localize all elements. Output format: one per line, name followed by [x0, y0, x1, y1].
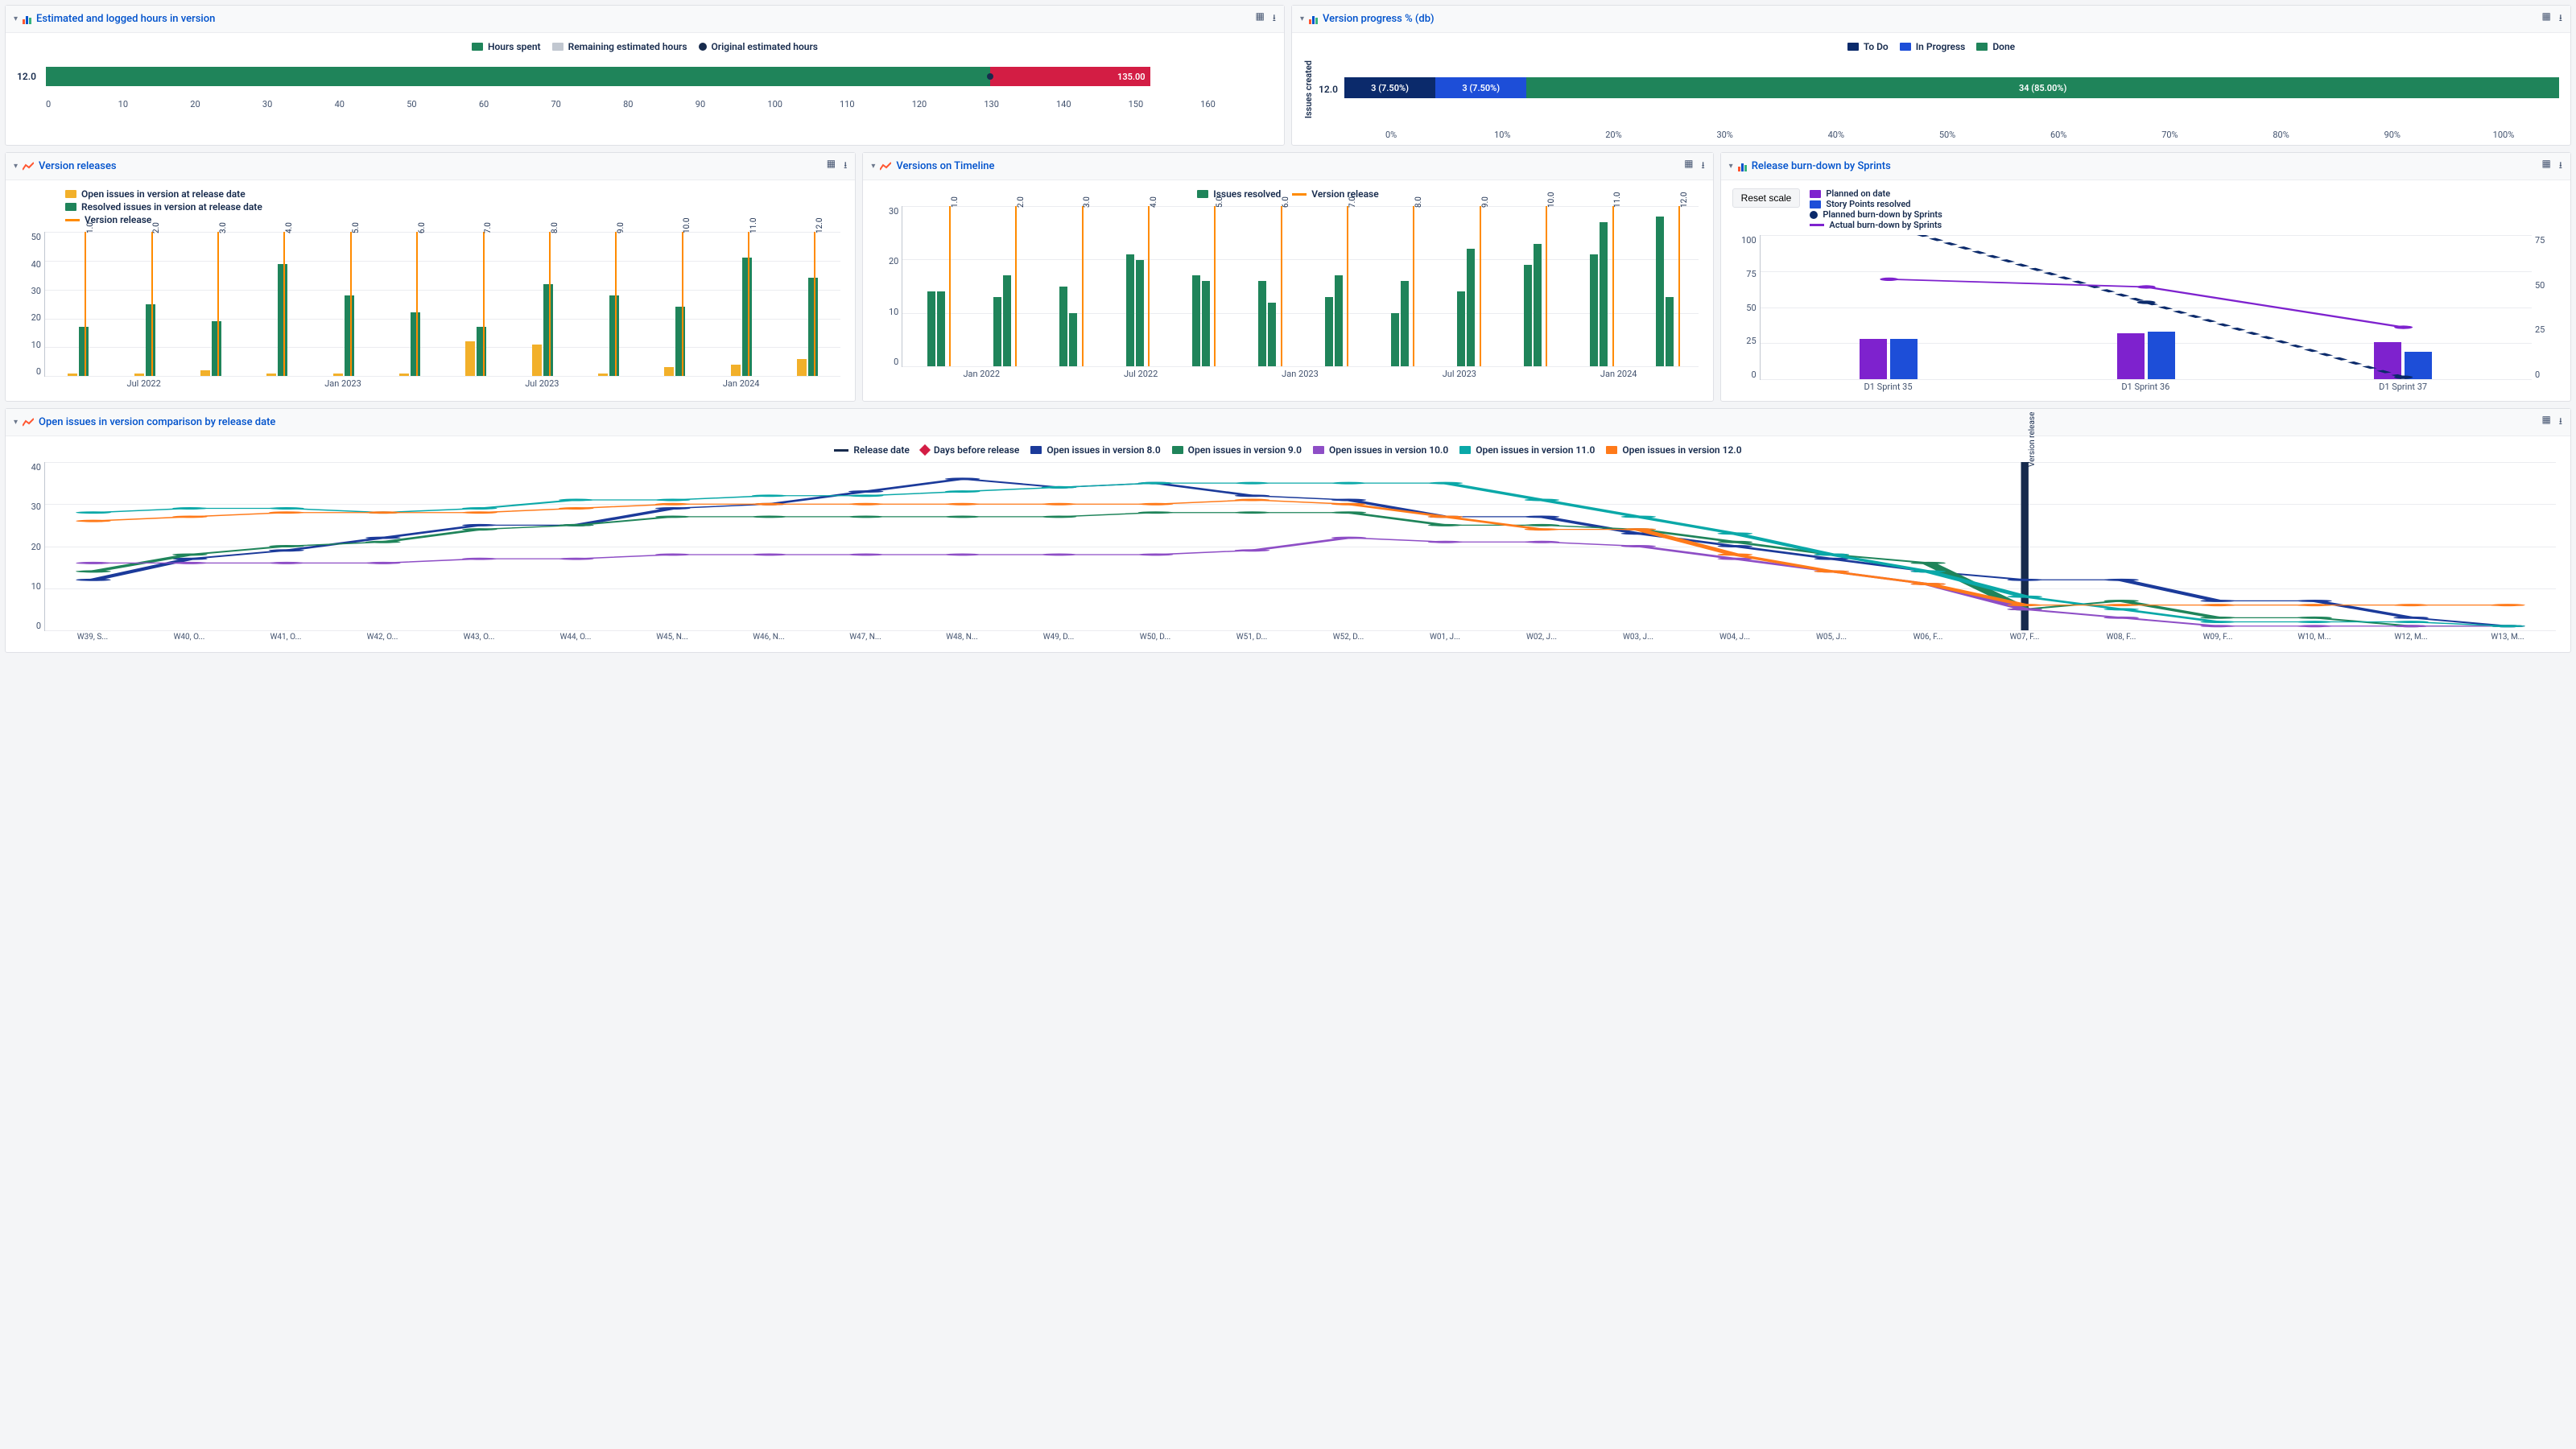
bar-chart-icon [1738, 162, 1747, 171]
table-view-icon[interactable]: ▦ [2541, 414, 2550, 431]
chevron-down-icon[interactable]: ▾ [14, 162, 18, 171]
chevron-down-icon[interactable]: ▾ [14, 418, 18, 427]
panel-title: Version progress % (db) [1323, 13, 2541, 25]
table-view-icon[interactable]: ▦ [1684, 158, 1693, 175]
legend-comparison: Release date Days before release Open is… [17, 444, 2559, 456]
bar-chart-icon [1309, 14, 1318, 24]
hours-x-axis: 0102030405060708090100110120130140150160 [46, 99, 1273, 109]
releases-chart: 1.02.03.04.05.06.07.08.09.010.011.012.0 [44, 232, 840, 377]
line-chart-icon [23, 418, 34, 427]
panel-progress: ▾ Version progress % (db) ▦ ⭳ To Do In P… [1291, 5, 2571, 146]
progress-x-axis: 0%10%20%30%40%50%60%70%80%90%100% [1335, 130, 2559, 140]
hours-bar: 12.0 135.00 [17, 64, 1273, 89]
table-view-icon[interactable]: ▦ [2541, 10, 2550, 27]
chevron-down-icon[interactable]: ▾ [1729, 162, 1733, 171]
table-view-icon[interactable]: ▦ [827, 158, 836, 175]
progress-ylabel: Issues created [1303, 60, 1314, 118]
bar-chart-icon [23, 14, 31, 24]
chevron-down-icon[interactable]: ▾ [14, 14, 18, 23]
reset-scale-button[interactable]: Reset scale [1732, 188, 1801, 208]
panel-title: Version releases [39, 160, 827, 172]
line-chart-icon [880, 162, 891, 171]
panel-burndown: ▾ Release burn-down by Sprints ▦ ⭳ Reset … [1720, 152, 2571, 402]
progress-bar: 3 (7.50%) 3 (7.50%) 34 (85.00%) [1344, 77, 2559, 98]
chevron-down-icon[interactable]: ▾ [871, 162, 875, 171]
download-icon[interactable]: ⭳ [844, 158, 847, 175]
panel-head-progress: ▾ Version progress % (db) ▦ ⭳ [1292, 6, 2570, 33]
panel-title: Versions on Timeline [896, 160, 1684, 172]
line-chart-icon [23, 162, 34, 171]
original-hours-value: 135.00 [1117, 72, 1146, 82]
download-icon[interactable]: ⭳ [2559, 158, 2562, 175]
panel-timeline: ▾ Versions on Timeline ▦⭳ Issues resolve… [862, 152, 1713, 402]
legend-hours: Hours spent Remaining estimated hours Or… [17, 41, 1273, 52]
panel-hours: ▾ Estimated and logged hours in version … [5, 5, 1285, 146]
panel-head-hours: ▾ Estimated and logged hours in version … [6, 6, 1284, 33]
panel-title: Release burn-down by Sprints [1752, 160, 2542, 172]
legend-burndown: Planned on date Story Points resolved Pl… [1810, 188, 1942, 230]
download-icon[interactable]: ⭳ [1701, 158, 1704, 175]
download-icon[interactable]: ⭳ [1273, 10, 1276, 27]
burndown-chart [1760, 235, 2532, 380]
chevron-down-icon[interactable]: ▾ [1300, 14, 1304, 23]
comparison-chart: Version release [44, 462, 2556, 631]
table-view-icon[interactable]: ▦ [2541, 158, 2550, 175]
table-view-icon[interactable]: ▦ [1255, 10, 1264, 27]
panel-comparison: ▾ Open issues in version comparison by r… [5, 408, 2571, 653]
legend-progress: To Do In Progress Done [1303, 41, 2559, 52]
legend-releases: Open issues in version at release date R… [65, 188, 844, 225]
timeline-chart: 1.02.03.04.05.06.07.08.09.010.011.012.0 [902, 206, 1698, 367]
download-icon[interactable]: ⭳ [2559, 414, 2562, 431]
panel-title: Open issues in version comparison by rel… [39, 416, 2541, 428]
download-icon[interactable]: ⭳ [2559, 10, 2562, 27]
panel-title: Estimated and logged hours in version [36, 13, 1255, 25]
panel-releases: ▾ Version releases ▦ ⭳ Open issues in ver… [5, 152, 856, 402]
